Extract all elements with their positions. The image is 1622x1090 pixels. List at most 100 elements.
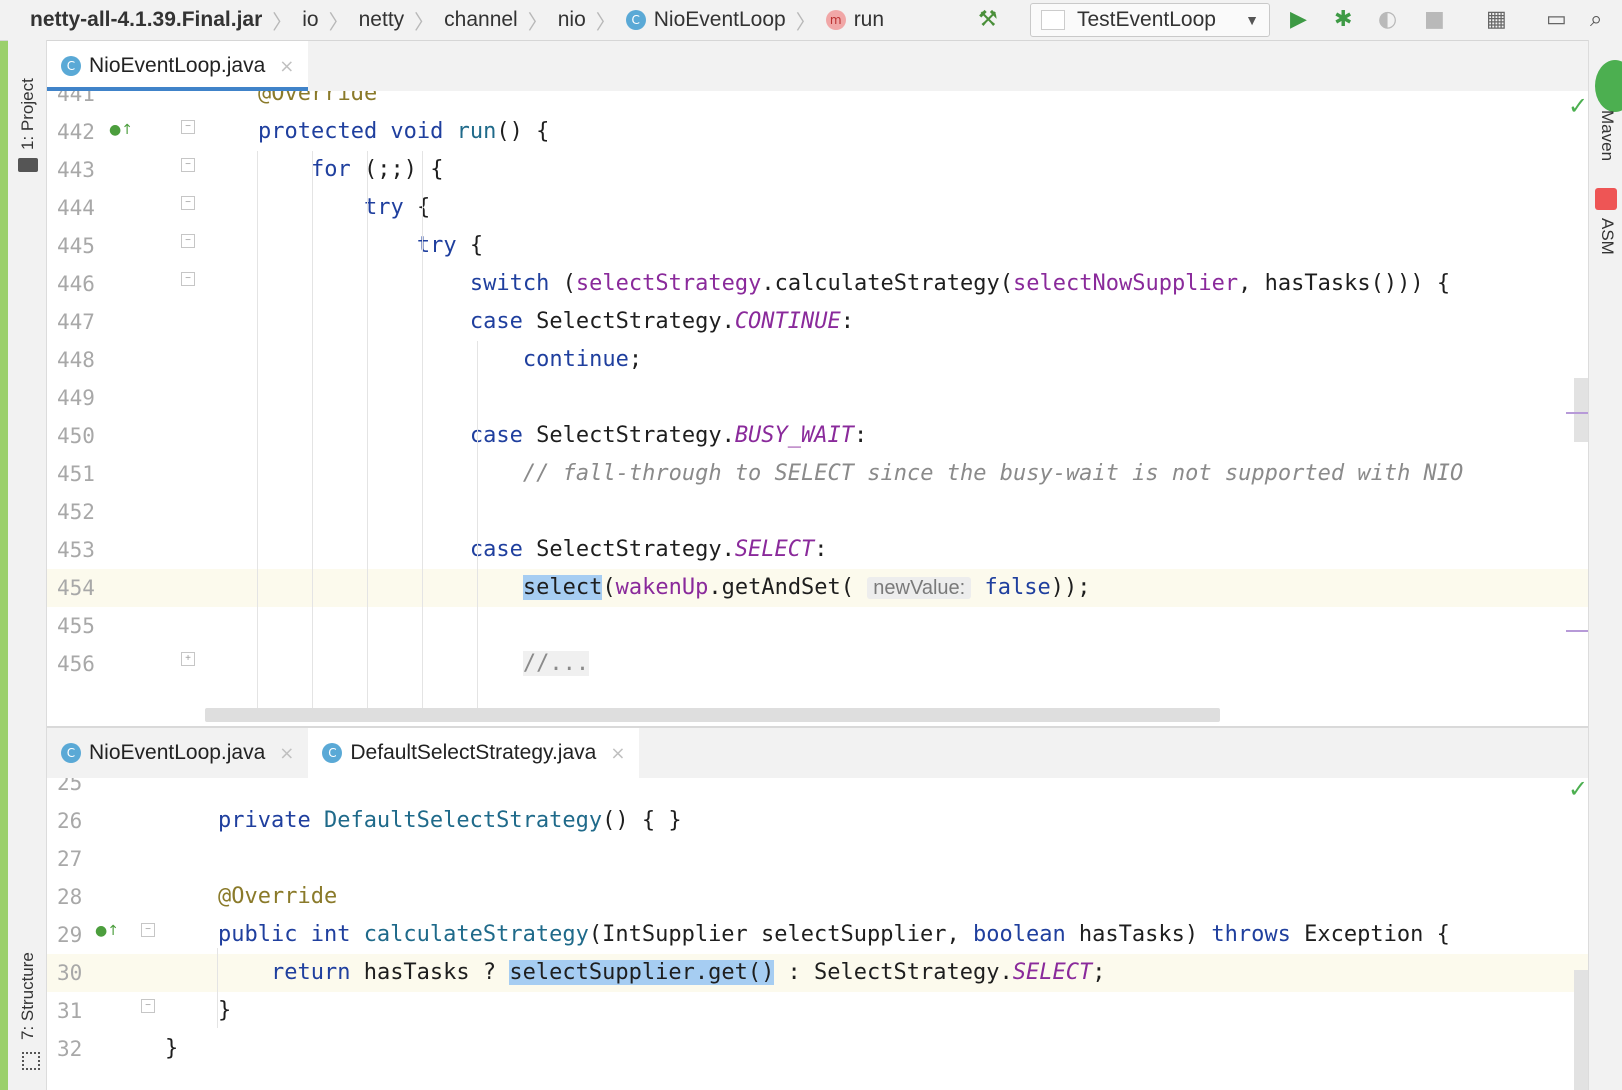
tab-nioeventloop-top[interactable]: C NioEventLoop.java × [47, 41, 309, 91]
run-icon[interactable]: ▶ [1290, 7, 1307, 33]
code-text: //... [522, 651, 590, 676]
code-text: protected void run() { [257, 119, 550, 144]
override-method-icon[interactable]: ●↑ [109, 122, 133, 138]
code-line[interactable]: 444 try { [47, 189, 1588, 227]
project-structure-icon[interactable]: ▦ [1486, 7, 1507, 33]
asm-tool-tab[interactable]: ASM [1597, 218, 1617, 255]
line-number: 447 [57, 310, 95, 334]
code-line[interactable]: 25 [47, 778, 1588, 802]
override-method-icon[interactable]: ●↑ [95, 923, 119, 939]
breadcrumb-nio[interactable]: nio [558, 8, 586, 32]
line-number: 449 [57, 386, 95, 410]
code-line[interactable]: 443 for (;;) { [47, 151, 1588, 189]
breadcrumb-channel[interactable]: channel [444, 8, 518, 32]
navigation-bar: netty-all-4.1.39.Final.jar 〉 io 〉 netty … [0, 0, 1622, 41]
code-text: continue; [522, 347, 643, 372]
code-text: return hasTasks ? selectSupplier.get() :… [270, 960, 1106, 985]
code-line[interactable]: 442 protected void run() { [47, 113, 1588, 151]
breadcrumb-class[interactable]: C NioEventLoop [625, 8, 786, 32]
breadcrumb-separator-icon: 〉 [795, 11, 816, 34]
build-hammer-icon[interactable]: ⚒ [978, 7, 998, 33]
code-text: case SelectStrategy.SELECT: [469, 537, 828, 562]
code-line[interactable]: 31 } [47, 992, 1588, 1030]
fold-marker-icon[interactable]: − [181, 196, 195, 210]
code-line[interactable]: 29 public int calculateStrategy(IntSuppl… [47, 916, 1588, 954]
breadcrumb-jar[interactable]: netty-all-4.1.39.Final.jar [30, 8, 262, 32]
debug-bug-icon[interactable]: ✱ [1334, 7, 1352, 33]
code-editor-bottom[interactable]: 25 26 private DefaultSelectStrategy() { }… [47, 778, 1588, 1090]
structure-icon [22, 1052, 40, 1070]
code-line[interactable]: 449 [47, 379, 1588, 417]
search-icon[interactable]: ⌕ [1590, 7, 1602, 33]
code-line[interactable]: 28 @Override [47, 878, 1588, 916]
breadcrumb-netty[interactable]: netty [359, 8, 405, 32]
close-icon[interactable]: × [279, 56, 294, 77]
line-number: 25 [57, 778, 83, 795]
breadcrumb-method[interactable]: m run [825, 8, 885, 32]
tab-nioeventloop-bottom[interactable]: C NioEventLoop.java × [47, 728, 308, 778]
breadcrumb-method-label: run [853, 8, 885, 31]
run-configuration-select[interactable]: TestEventLoop ▼ [1030, 3, 1270, 37]
line-number: 442 [57, 120, 95, 144]
line-number: 30 [57, 961, 83, 985]
breadcrumb-io[interactable]: io [302, 8, 318, 32]
structure-tool-tab[interactable]: 7: Structure [18, 952, 38, 1040]
maven-tool-tab[interactable]: Maven [1597, 110, 1617, 161]
code-line[interactable]: 445 try { [47, 227, 1588, 265]
right-tool-strip: Maven ASM [1588, 40, 1622, 1090]
code-line[interactable]: 453 case SelectStrategy.SELECT: [47, 531, 1588, 569]
code-line[interactable]: 30 return hasTasks ? selectSupplier.get(… [47, 954, 1588, 992]
line-number: 441 [57, 91, 95, 106]
fold-marker-icon[interactable]: − [181, 158, 195, 172]
line-number: 456 [57, 652, 95, 676]
code-line[interactable]: 32} [47, 1030, 1588, 1068]
window-accent-bar [0, 0, 8, 1090]
breadcrumb-io-label: io [302, 8, 319, 31]
line-number: 445 [57, 234, 95, 258]
fold-marker-icon[interactable]: − [181, 234, 195, 248]
code-text: public int calculateStrategy(IntSupplier… [217, 922, 1450, 947]
code-line[interactable]: 26 private DefaultSelectStrategy() { } [47, 802, 1588, 840]
breadcrumb-separator-icon: 〉 [595, 11, 616, 34]
scroll-marker [1566, 630, 1588, 632]
class-file-icon: C [61, 56, 81, 76]
project-tool-tab[interactable]: 1: Project [18, 78, 38, 150]
code-line[interactable]: 447 case SelectStrategy.CONTINUE: [47, 303, 1588, 341]
indent-guide [217, 948, 218, 1028]
breadcrumb-class-label: NioEventLoop [653, 8, 786, 31]
line-number: 26 [57, 809, 83, 833]
coverage-icon[interactable]: ◐ [1378, 7, 1397, 33]
fold-marker-icon[interactable]: − [141, 923, 155, 937]
tab-defaultselectstrategy[interactable]: C DefaultSelectStrategy.java × [308, 728, 640, 778]
code-line[interactable]: 450 case SelectStrategy.BUSY_WAIT: [47, 417, 1588, 455]
close-icon[interactable]: × [279, 743, 294, 764]
code-line[interactable]: 27 [47, 840, 1588, 878]
vertical-scrollbar[interactable] [1574, 970, 1588, 1090]
fold-marker-icon[interactable]: − [181, 120, 195, 134]
fold-marker-icon[interactable]: − [141, 999, 155, 1013]
code-editor-top[interactable]: 441 @Override 442 protected void run() {4… [47, 91, 1588, 727]
code-line[interactable]: 454 select(wakenUp.getAndSet( newValue: … [47, 569, 1588, 607]
run-config-label: TestEventLoop [1077, 8, 1216, 31]
code-line[interactable]: 446 switch (selectStrategy.calculateStra… [47, 265, 1588, 303]
run-config-icon [1041, 10, 1065, 30]
close-icon[interactable]: × [610, 743, 625, 764]
code-text: } [165, 998, 232, 1023]
breadcrumb-separator-icon: 〉 [414, 11, 435, 34]
check-icon: ✓ [1568, 92, 1589, 120]
check-icon: ✓ [1568, 775, 1589, 803]
stop-icon[interactable]: ■ [1424, 7, 1445, 33]
code-line[interactable]: 455 [47, 607, 1588, 645]
code-line[interactable]: 451 // fall-through to SELECT since the … [47, 455, 1588, 493]
horizontal-scrollbar[interactable] [205, 708, 1220, 722]
vertical-scrollbar[interactable] [1574, 378, 1588, 442]
code-line[interactable]: 452 [47, 493, 1588, 531]
code-line[interactable]: 441 @Override [47, 91, 1588, 113]
layout-window-icon[interactable]: ▭ [1546, 7, 1567, 33]
fold-marker-icon[interactable]: + [181, 652, 195, 666]
line-number: 453 [57, 538, 95, 562]
line-number: 450 [57, 424, 95, 448]
code-line[interactable]: 456 //... [47, 645, 1588, 683]
fold-marker-icon[interactable]: − [181, 272, 195, 286]
code-line[interactable]: 448 continue; [47, 341, 1588, 379]
